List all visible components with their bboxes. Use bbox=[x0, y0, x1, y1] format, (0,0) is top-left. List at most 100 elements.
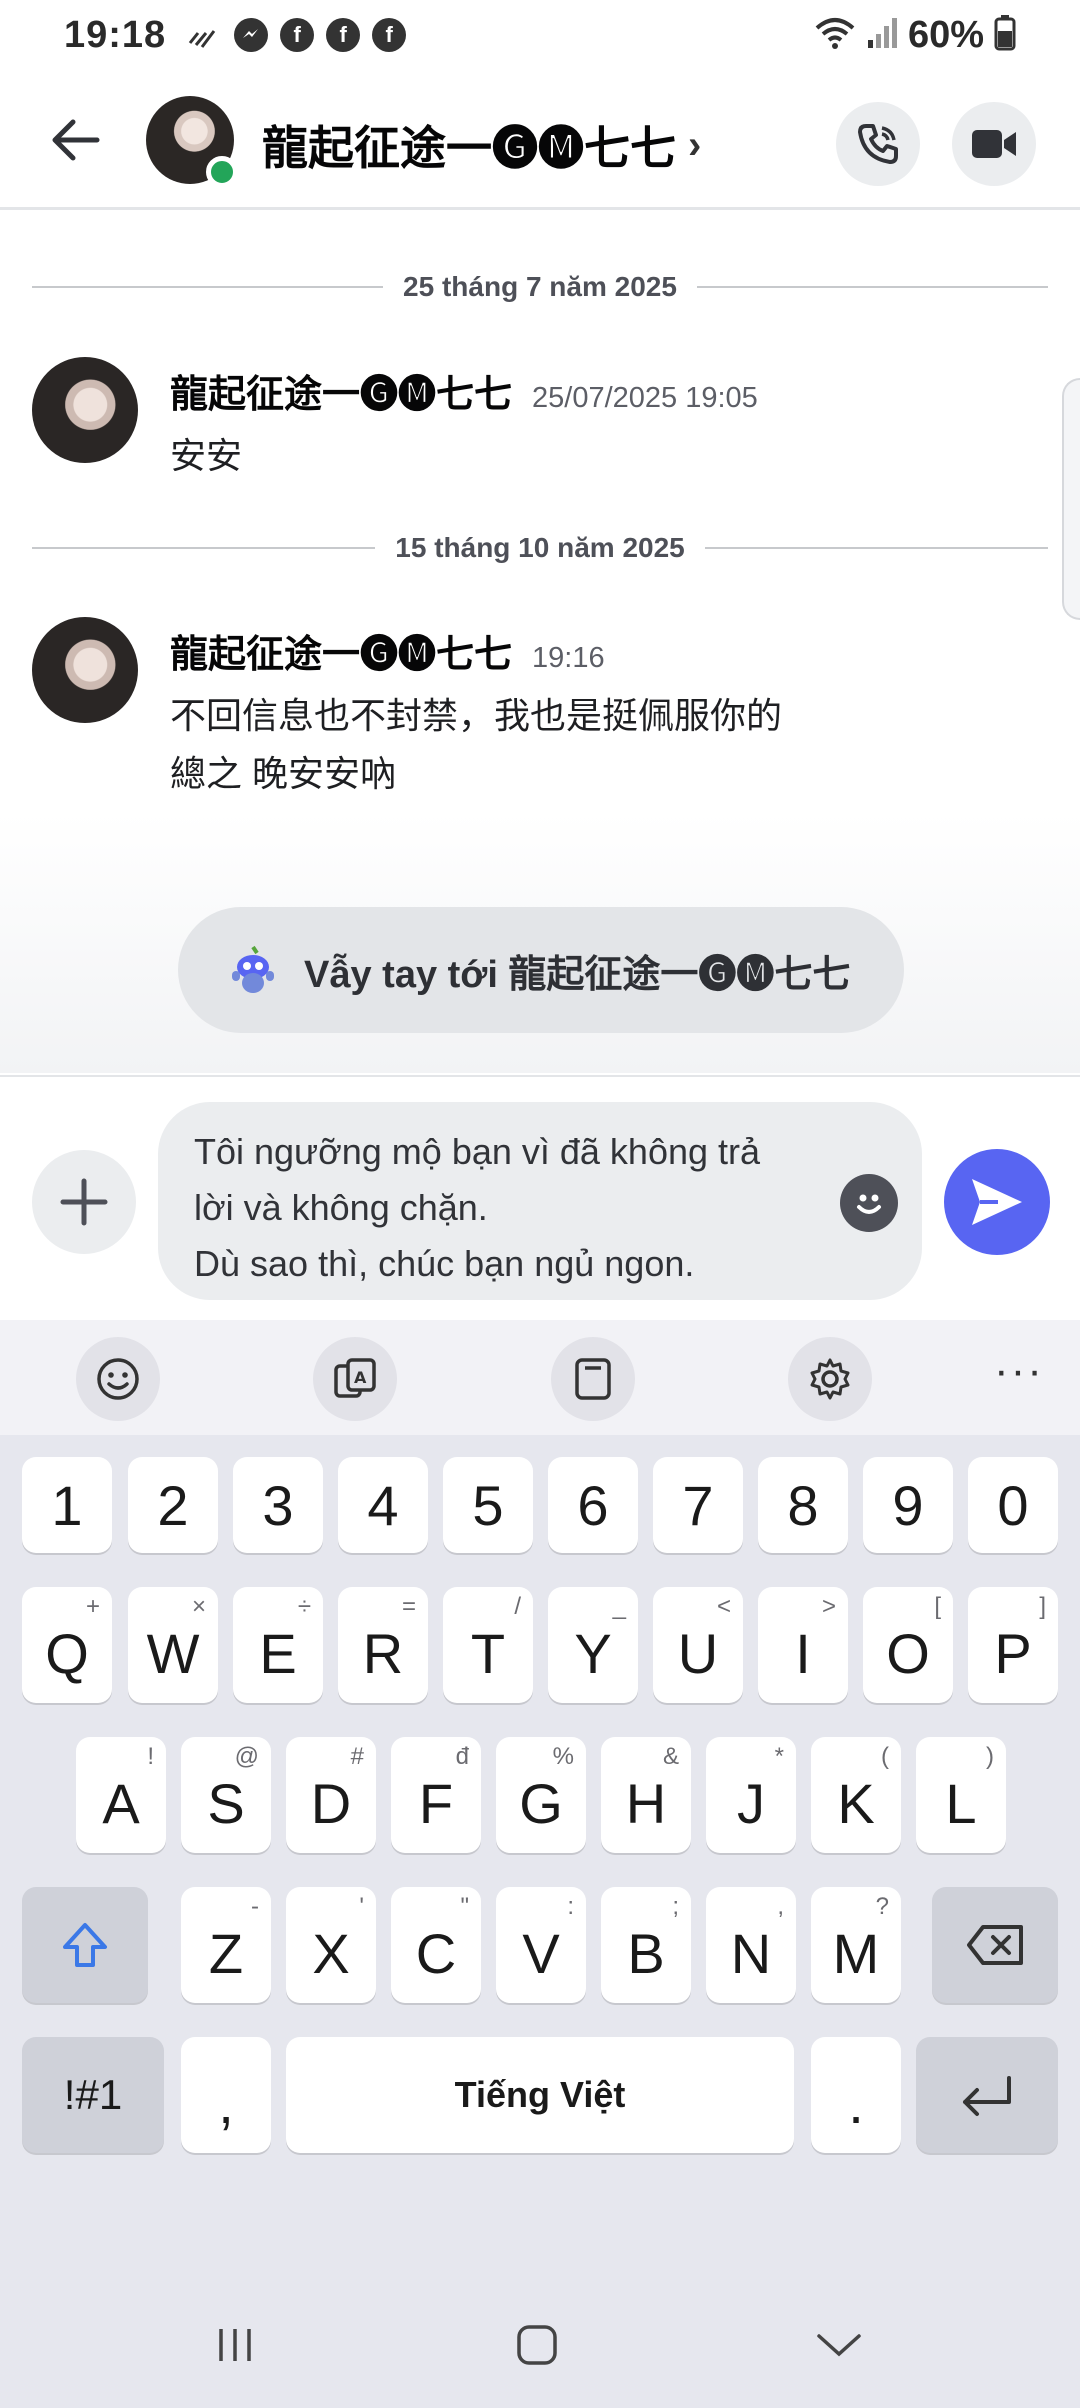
recent-apps-button[interactable] bbox=[200, 2310, 270, 2380]
author-avatar[interactable] bbox=[32, 357, 138, 463]
key-p[interactable]: ] P bbox=[968, 1587, 1058, 1703]
period-key[interactable]: . bbox=[811, 2037, 901, 2153]
key-i[interactable]: > I bbox=[758, 1587, 848, 1703]
wumpus-wave-icon bbox=[232, 945, 274, 993]
key-j[interactable]: * J bbox=[706, 1737, 796, 1853]
message-item[interactable]: 龍起征途一🅖🅜七七 19:16 不回信息也不封禁，我也是挺佩服你的 總之 晚安安… bbox=[32, 617, 1032, 817]
send-button[interactable] bbox=[944, 1149, 1050, 1255]
clipboard-button[interactable] bbox=[551, 1337, 635, 1421]
back-button[interactable] bbox=[40, 105, 110, 175]
attach-button[interactable] bbox=[32, 1150, 136, 1254]
phone-icon bbox=[858, 124, 898, 164]
key-z[interactable]: -Z bbox=[181, 1887, 271, 2003]
date-divider: 25 tháng 7 năm 2025 bbox=[32, 267, 1048, 307]
contact-avatar[interactable] bbox=[146, 96, 238, 188]
shift-icon bbox=[63, 1923, 107, 1967]
key-b[interactable]: ; B bbox=[601, 1887, 691, 2003]
key-m[interactable]: ? M bbox=[811, 1887, 901, 2003]
key-h[interactable]: & H bbox=[601, 1737, 691, 1853]
key-x[interactable]: ' X bbox=[286, 1887, 376, 2003]
key-k[interactable]: (K bbox=[811, 1737, 901, 1853]
wave-button[interactable]: Vẫy tay tới 龍起征途一🅖🅜七七 bbox=[178, 907, 904, 1033]
keyboard: 1 2 3 4 5 6 7 8 9 0 + Q × W ÷ E = R / T _ Y < U… bbox=[0, 1435, 1080, 2408]
key-5[interactable]: 5 bbox=[443, 1457, 533, 1553]
facebook-icon: f bbox=[326, 18, 361, 52]
messenger-icon bbox=[234, 18, 269, 52]
key-r[interactable]: = R bbox=[338, 1587, 428, 1703]
gear-icon bbox=[810, 1358, 850, 1400]
symbols-key[interactable]: !#1 bbox=[22, 2037, 164, 2153]
facebook-icon: f bbox=[372, 18, 407, 52]
key-a[interactable]: ! A bbox=[76, 1737, 166, 1853]
battery-percent: 60% bbox=[907, 13, 984, 56]
message-text: 不回信息也不封禁，我也是挺佩服你的 總之 晚安安吶 bbox=[170, 695, 783, 794]
arrow-left-icon bbox=[52, 119, 100, 161]
send-icon bbox=[972, 1179, 1022, 1225]
keyboard-translate-button[interactable]: A bbox=[313, 1337, 397, 1421]
key-6[interactable]: 6 bbox=[548, 1457, 638, 1553]
enter-icon bbox=[963, 2076, 1011, 2116]
key-n[interactable]: ,N bbox=[706, 1887, 796, 2003]
key-1[interactable]: 1 bbox=[22, 1457, 112, 1553]
key-g[interactable]: % G bbox=[496, 1737, 586, 1853]
author-name[interactable]: 龍起征途一🅖🅜七七 bbox=[170, 623, 512, 678]
battery-icon bbox=[994, 14, 1016, 56]
key-l[interactable]: ) L bbox=[916, 1737, 1006, 1853]
enter-key[interactable] bbox=[916, 2037, 1058, 2153]
key-t[interactable]: / T bbox=[443, 1587, 533, 1703]
side-panel-handle[interactable] bbox=[1062, 378, 1080, 620]
status-right: 60% bbox=[814, 14, 1016, 57]
message-input-text[interactable]: Tôi ngưỡng mộ bạn vì đã không trả lời và… bbox=[194, 1124, 802, 1292]
key-c[interactable]: " C bbox=[391, 1887, 481, 2003]
home-icon bbox=[517, 2325, 557, 2365]
key-v[interactable]: :V bbox=[496, 1887, 586, 2003]
video-call-button[interactable] bbox=[952, 102, 1036, 186]
message-text: 安安 bbox=[170, 435, 243, 476]
backspace-key[interactable] bbox=[932, 1887, 1058, 2003]
voice-call-button[interactable] bbox=[836, 102, 920, 186]
shift-key[interactable] bbox=[22, 1887, 148, 2003]
contact-name-button[interactable]: 龍起征途一🅖🅜七七 › bbox=[262, 112, 701, 178]
key-0[interactable]: 0 bbox=[968, 1457, 1058, 1553]
key-f[interactable]: đF bbox=[391, 1737, 481, 1853]
key-o[interactable]: [O bbox=[863, 1587, 953, 1703]
comma-key[interactable]: , bbox=[181, 2037, 271, 2153]
backspace-icon bbox=[967, 1925, 1023, 1965]
smiley-icon bbox=[97, 1358, 139, 1400]
key-9[interactable]: 9 bbox=[863, 1457, 953, 1553]
key-e[interactable]: ÷ E bbox=[233, 1587, 323, 1703]
translate-icon: A bbox=[334, 1358, 376, 1398]
author-avatar[interactable] bbox=[32, 617, 138, 723]
missed-call-icon bbox=[188, 21, 222, 49]
contact-name: 龍起征途一🅖🅜七七 bbox=[262, 122, 676, 174]
space-key[interactable]: Tiếng Việt bbox=[286, 2037, 794, 2153]
message-input[interactable]: Tôi ngưỡng mộ bạn vì đã không trả lời và… bbox=[158, 1102, 922, 1300]
key-2[interactable]: 2 bbox=[128, 1457, 218, 1553]
emoji-button[interactable] bbox=[840, 1174, 898, 1232]
hide-keyboard-button[interactable] bbox=[804, 2310, 874, 2380]
key-s[interactable]: @ S bbox=[181, 1737, 271, 1853]
key-u[interactable]: < U bbox=[653, 1587, 743, 1703]
key-y[interactable]: _ Y bbox=[548, 1587, 638, 1703]
key-4[interactable]: 4 bbox=[338, 1457, 428, 1553]
home-button[interactable] bbox=[502, 2310, 572, 2380]
author-name[interactable]: 龍起征途一🅖🅜七七 bbox=[170, 363, 512, 418]
chevron-right-icon: › bbox=[688, 122, 702, 167]
key-3[interactable]: 3 bbox=[233, 1457, 323, 1553]
key-d[interactable]: # D bbox=[286, 1737, 376, 1853]
message-item[interactable]: 龍起征途一🅖🅜七七 25/07/2025 19:05 安安 bbox=[32, 357, 1032, 487]
notification-icons: f f f bbox=[188, 18, 407, 52]
keyboard-emoji-button[interactable] bbox=[76, 1337, 160, 1421]
facebook-icon: f bbox=[280, 18, 315, 52]
wave-label: Vẫy tay tới 龍起征途一🅖🅜七七 bbox=[304, 953, 851, 996]
key-8[interactable]: 8 bbox=[758, 1457, 848, 1553]
key-7[interactable]: 7 bbox=[653, 1457, 743, 1553]
key-q[interactable]: + Q bbox=[22, 1587, 112, 1703]
video-camera-icon bbox=[972, 130, 1016, 158]
chat-header: 龍起征途一🅖🅜七七 › bbox=[0, 70, 1080, 210]
emoji-icon bbox=[857, 1194, 881, 1214]
key-w[interactable]: × W bbox=[128, 1587, 218, 1703]
date-divider: 15 tháng 10 năm 2025 bbox=[32, 528, 1049, 568]
keyboard-settings-button[interactable] bbox=[788, 1337, 872, 1421]
more-options-icon[interactable]: ··· bbox=[994, 1346, 1044, 1396]
